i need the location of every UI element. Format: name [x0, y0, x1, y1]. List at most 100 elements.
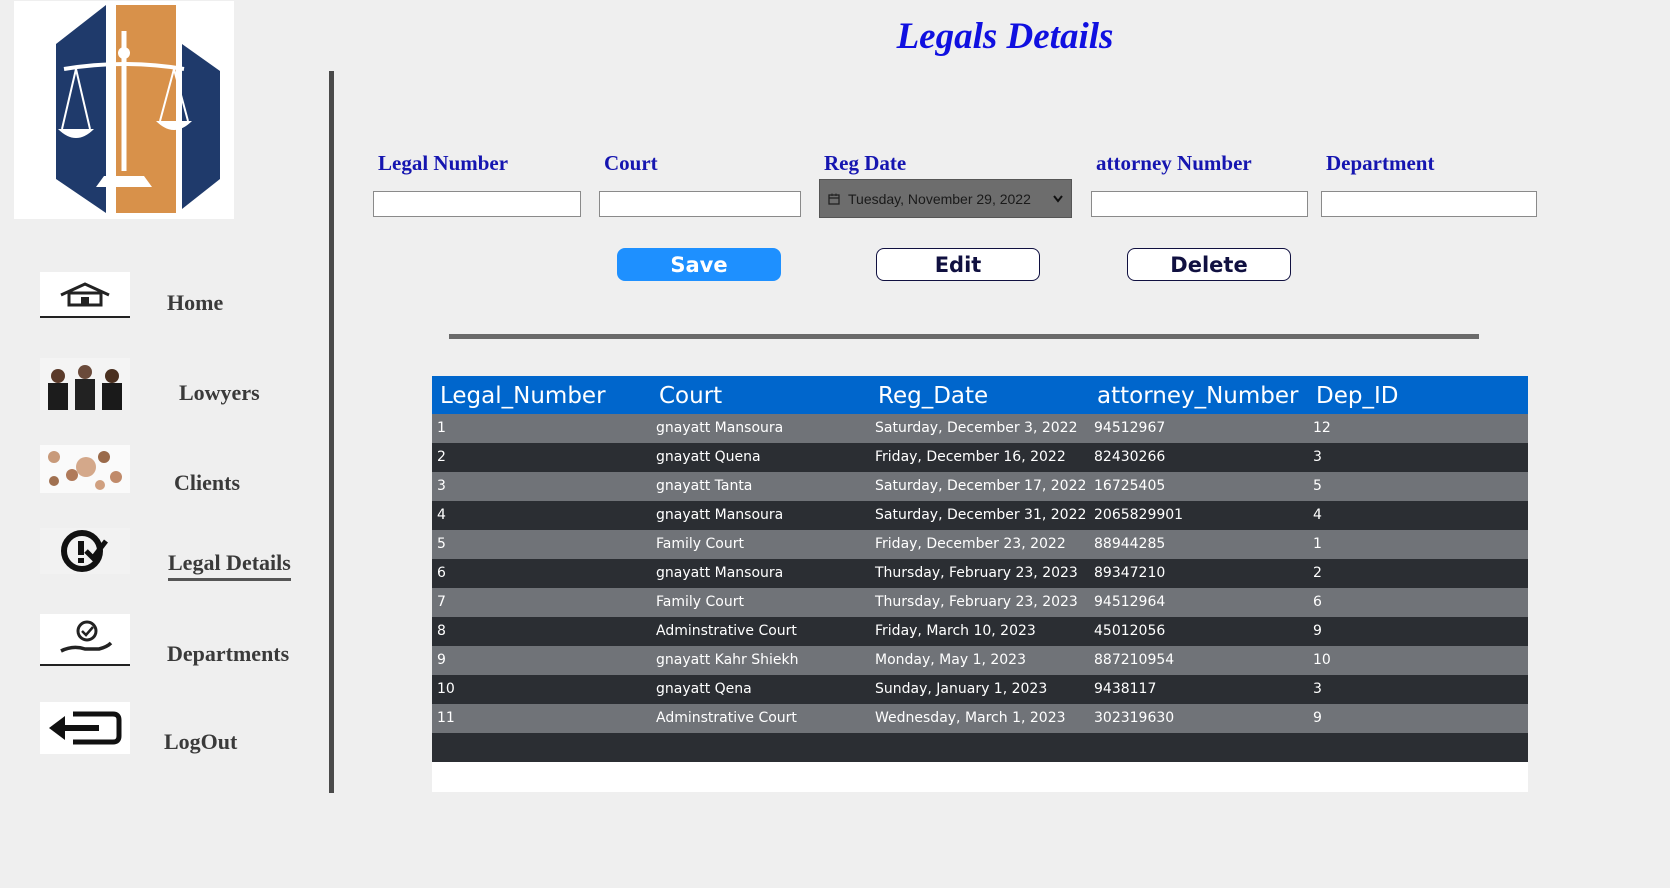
- table-cell[interactable]: 94512964: [1094, 594, 1165, 610]
- table-cell[interactable]: Thursday, February 23, 2023: [875, 594, 1078, 610]
- table-cell[interactable]: gnayatt Mansoura: [656, 420, 783, 436]
- table-cell[interactable]: Adminstrative Court: [656, 623, 797, 639]
- table-row[interactable]: 5 Family Court Friday, December 23, 2022 88…: [432, 530, 1528, 559]
- table-row[interactable]: 7 Family Court Thursday, February 23, 2023…: [432, 588, 1528, 617]
- table-row-empty[interactable]: [432, 733, 1528, 762]
- save-button[interactable]: Save: [617, 248, 781, 281]
- clients-photo-icon[interactable]: [40, 445, 130, 493]
- grid-header: Legal_Number Court Reg_Date attorney_Num…: [432, 376, 1528, 414]
- column-header-court[interactable]: Court: [659, 383, 722, 409]
- table-cell[interactable]: 4: [437, 507, 446, 523]
- table-cell[interactable]: 6: [1313, 594, 1322, 610]
- column-header-reg-date[interactable]: Reg_Date: [878, 383, 988, 409]
- table-cell[interactable]: gnayatt Tanta: [656, 478, 752, 494]
- table-cell[interactable]: 3: [1313, 681, 1322, 697]
- reg-date-value: Tuesday, November 29, 2022: [848, 190, 1031, 207]
- chevron-down-icon[interactable]: [1053, 194, 1063, 203]
- table-cell[interactable]: 887210954: [1094, 652, 1174, 668]
- legal-check-icon[interactable]: [40, 528, 130, 574]
- court-input[interactable]: [599, 191, 801, 217]
- table-row[interactable]: 10 gnayatt Qena Sunday, January 1, 2023 943…: [432, 675, 1528, 704]
- table-cell[interactable]: 9: [437, 652, 446, 668]
- lawyers-photo-icon[interactable]: [40, 358, 130, 410]
- table-cell[interactable]: 2: [437, 449, 446, 465]
- attorney-number-input[interactable]: [1091, 191, 1308, 217]
- table-cell[interactable]: 11: [437, 710, 455, 726]
- section-divider: [449, 334, 1479, 339]
- table-cell[interactable]: Friday, March 10, 2023: [875, 623, 1036, 639]
- table-cell[interactable]: 45012056: [1094, 623, 1165, 639]
- sidebar-item-logout[interactable]: LogOut: [164, 729, 237, 755]
- table-cell[interactable]: gnayatt Qena: [656, 681, 752, 697]
- sidebar-item-home[interactable]: Home: [167, 290, 223, 316]
- sidebar-item-legal-details[interactable]: Legal Details: [168, 550, 291, 581]
- table-cell[interactable]: 3: [1313, 449, 1322, 465]
- table-cell[interactable]: Adminstrative Court: [656, 710, 797, 726]
- calendar-icon: [828, 193, 840, 205]
- table-cell[interactable]: 4: [1313, 507, 1322, 523]
- table-cell[interactable]: 10: [1313, 652, 1331, 668]
- table-row[interactable]: 6 gnayatt Mansoura Thursday, February 23, …: [432, 559, 1528, 588]
- table-cell[interactable]: 6: [437, 565, 446, 581]
- table-cell[interactable]: 9: [1313, 623, 1322, 639]
- table-cell[interactable]: gnayatt Mansoura: [656, 565, 783, 581]
- sidebar-item-departments[interactable]: Departments: [167, 641, 289, 667]
- table-cell[interactable]: 10: [437, 681, 455, 697]
- edit-button[interactable]: Edit: [876, 248, 1040, 281]
- column-header-legal-number[interactable]: Legal_Number: [440, 383, 606, 409]
- reg-date-picker[interactable]: Tuesday, November 29, 2022: [819, 179, 1072, 218]
- table-cell[interactable]: Wednesday, March 1, 2023: [875, 710, 1066, 726]
- delete-button[interactable]: Delete: [1127, 248, 1291, 281]
- court-label: Court: [604, 151, 658, 175]
- table-cell[interactable]: Friday, December 23, 2022: [875, 536, 1066, 552]
- sidebar-item-lawyers[interactable]: Lowyers: [179, 380, 260, 406]
- table-row[interactable]: 9 gnayatt Kahr Shiekh Monday, May 1, 2023 8…: [432, 646, 1528, 675]
- table-cell[interactable]: gnayatt Kahr Shiekh: [656, 652, 798, 668]
- hand-badge-icon[interactable]: [40, 614, 130, 666]
- table-cell[interactable]: 2065829901: [1094, 507, 1183, 523]
- column-header-attorney-number[interactable]: attorney_Number: [1097, 383, 1299, 409]
- table-row[interactable]: 11 Adminstrative Court Wednesday, March 1,…: [432, 704, 1528, 733]
- table-cell[interactable]: Saturday, December 17, 2022: [875, 478, 1086, 494]
- table-row[interactable]: 8 Adminstrative Court Friday, March 10, 20…: [432, 617, 1528, 646]
- table-cell[interactable]: 88944285: [1094, 536, 1165, 552]
- table-cell[interactable]: Saturday, December 3, 2022: [875, 420, 1077, 436]
- column-header-dep-id[interactable]: Dep_ID: [1316, 383, 1398, 409]
- table-cell[interactable]: 302319630: [1094, 710, 1174, 726]
- table-cell[interactable]: 2: [1313, 565, 1322, 581]
- table-cell[interactable]: Sunday, January 1, 2023: [875, 681, 1047, 697]
- table-cell[interactable]: Family Court: [656, 594, 744, 610]
- legals-data-grid[interactable]: Legal_Number Court Reg_Date attorney_Num…: [432, 376, 1528, 792]
- house-icon[interactable]: [40, 272, 130, 318]
- table-cell[interactable]: Thursday, February 23, 2023: [875, 565, 1078, 581]
- table-cell[interactable]: 12: [1313, 420, 1331, 436]
- logout-arrow-icon[interactable]: [40, 702, 130, 754]
- table-cell[interactable]: 5: [1313, 478, 1322, 494]
- table-cell[interactable]: Family Court: [656, 536, 744, 552]
- table-row[interactable]: 4 gnayatt Mansoura Saturday, December 31, …: [432, 501, 1528, 530]
- table-row[interactable]: 2 gnayatt Quena Friday, December 16, 2022 8…: [432, 443, 1528, 472]
- table-cell[interactable]: 5: [437, 536, 446, 552]
- table-cell[interactable]: 3: [437, 478, 446, 494]
- table-row[interactable]: 3 gnayatt Tanta Saturday, December 17, 202…: [432, 472, 1528, 501]
- table-cell[interactable]: 8: [437, 623, 446, 639]
- table-row[interactable]: 1 gnayatt Mansoura Saturday, December 3, 2…: [432, 414, 1528, 443]
- table-cell[interactable]: 89347210: [1094, 565, 1165, 581]
- department-input[interactable]: [1321, 191, 1537, 217]
- table-cell[interactable]: 7: [437, 594, 446, 610]
- table-cell[interactable]: Saturday, December 31, 2022: [875, 507, 1086, 523]
- table-cell[interactable]: Monday, May 1, 2023: [875, 652, 1026, 668]
- table-cell[interactable]: 94512967: [1094, 420, 1165, 436]
- page-title: Legals Details: [896, 16, 1114, 57]
- table-cell[interactable]: 1: [437, 420, 446, 436]
- table-cell[interactable]: gnayatt Mansoura: [656, 507, 783, 523]
- table-cell[interactable]: gnayatt Quena: [656, 449, 761, 465]
- table-cell[interactable]: 9: [1313, 710, 1322, 726]
- table-cell[interactable]: 9438117: [1094, 681, 1156, 697]
- legal-number-input[interactable]: [373, 191, 581, 217]
- table-cell[interactable]: 82430266: [1094, 449, 1165, 465]
- table-cell[interactable]: 1: [1313, 536, 1322, 552]
- table-cell[interactable]: 16725405: [1094, 478, 1165, 494]
- table-cell[interactable]: Friday, December 16, 2022: [875, 449, 1066, 465]
- sidebar-item-clients[interactable]: Clients: [174, 470, 240, 496]
